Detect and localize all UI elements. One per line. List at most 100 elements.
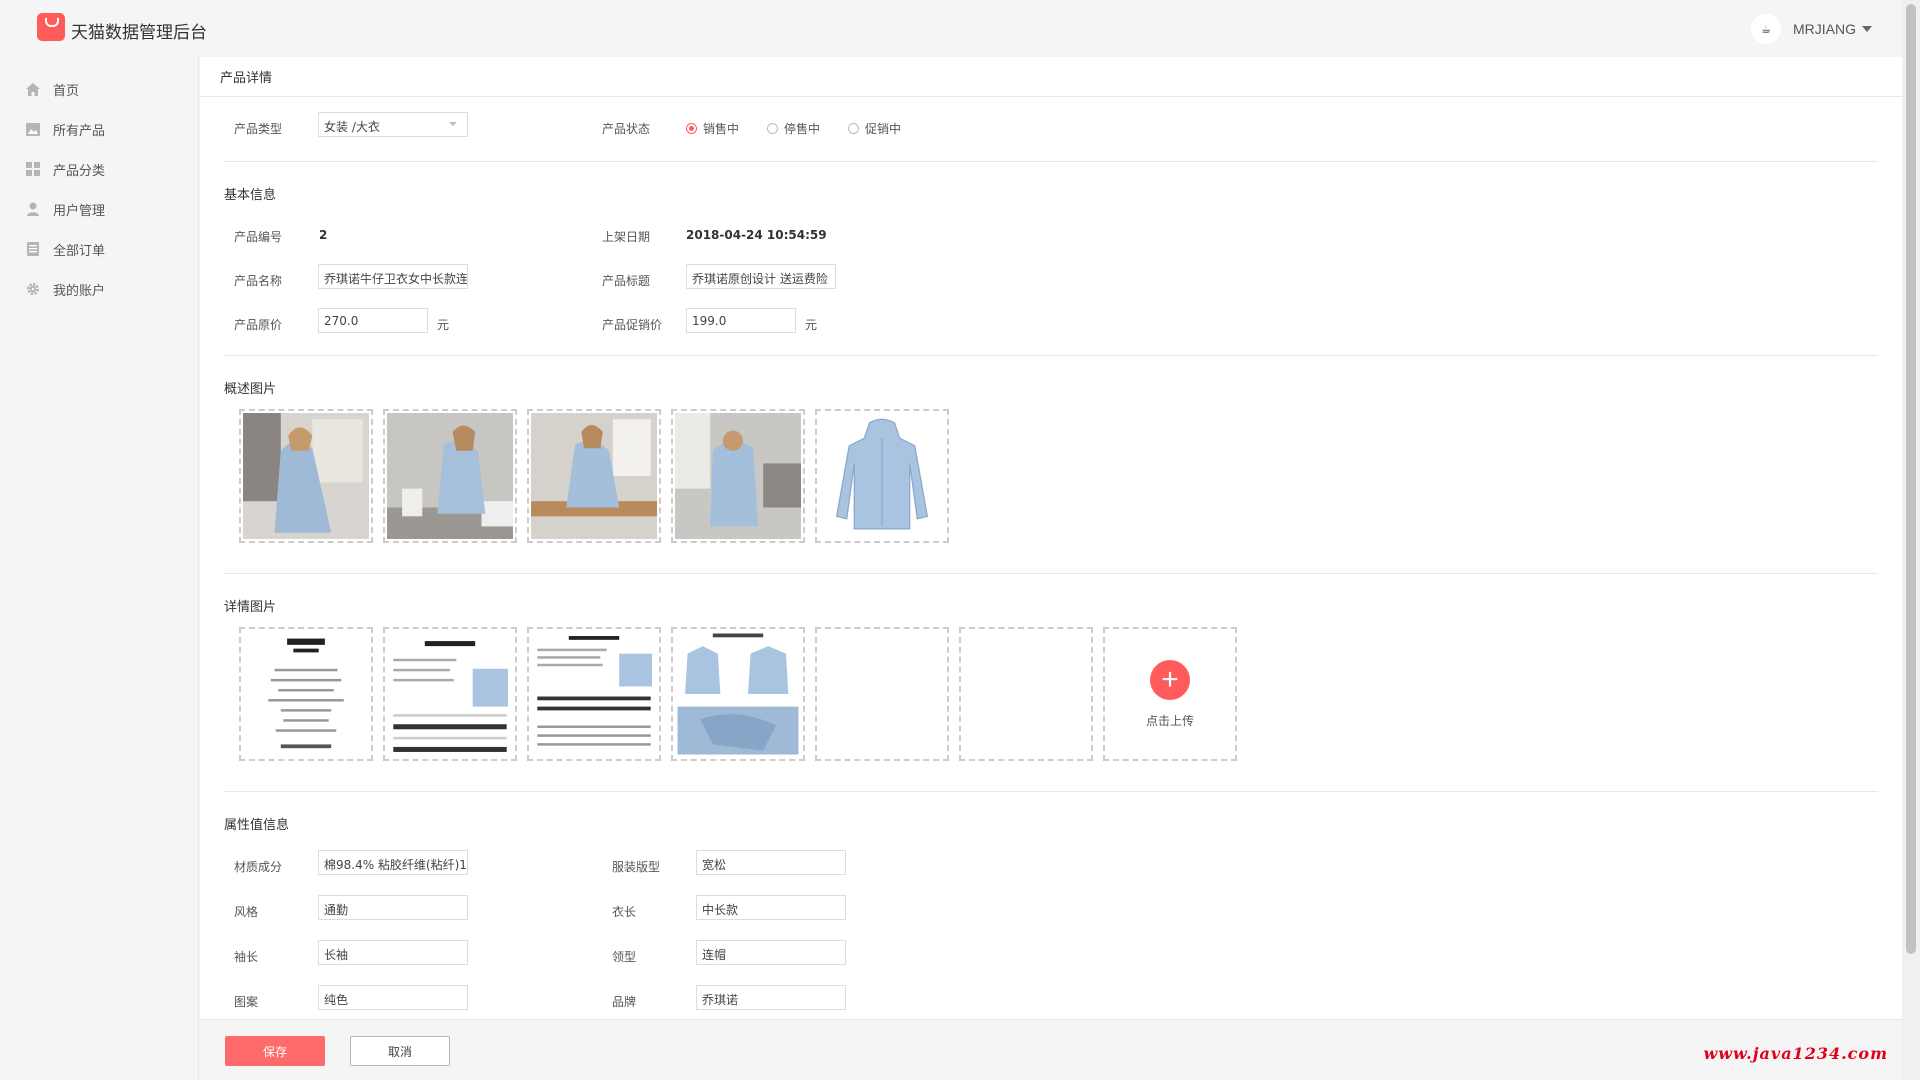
- attribute-label: 袖长: [234, 950, 259, 964]
- app-title: 天猫数据管理后台: [71, 23, 207, 43]
- upload-button[interactable]: + 点击上传: [1103, 627, 1237, 761]
- product-photo: [531, 413, 657, 539]
- attribute-label: 品牌: [612, 995, 637, 1009]
- product-type-select[interactable]: 女装 /大衣: [318, 112, 468, 137]
- image-icon: [25, 121, 41, 137]
- detail-photo: [387, 631, 513, 757]
- attribute-label: 风格: [234, 905, 259, 919]
- radio-dot[interactable]: [767, 123, 779, 134]
- section-title-overview: 概述图片: [224, 382, 277, 397]
- attribute-label: 衣长: [612, 905, 637, 919]
- attribute-label: 材质成分: [234, 860, 283, 874]
- product-name-label: 产品名称: [234, 274, 283, 288]
- sidebar-item-label: 我的账户: [53, 283, 106, 299]
- user-name[interactable]: MRJIANG: [1793, 21, 1856, 37]
- promo-price-label: 产品促销价: [602, 318, 663, 332]
- attribute-input-sleeve[interactable]: 长袖: [318, 940, 468, 965]
- sidebar: 首页 所有产品 产品分类 用户管理 全部订单 我的账户: [0, 57, 199, 1080]
- radio-label: 销售中: [703, 122, 740, 136]
- detail-image[interactable]: [527, 627, 661, 761]
- scrollbar-thumb[interactable]: [1906, 4, 1916, 954]
- attribute-label: 服装版型: [612, 860, 661, 874]
- section-title-attributes: 属性值信息: [224, 818, 290, 833]
- plus-icon[interactable]: +: [1150, 659, 1190, 700]
- original-price-unit: 元: [437, 318, 450, 332]
- radio-on-sale[interactable]: 销售中: [686, 120, 739, 137]
- product-type-label: 产品类型: [234, 122, 283, 136]
- attribute-input-fit[interactable]: 宽松: [696, 850, 846, 875]
- action-footer: 保存 取消 www.java1234.com: [200, 1019, 1902, 1080]
- section-title-basic: 基本信息: [224, 188, 277, 203]
- detail-image[interactable]: [671, 627, 805, 761]
- top-header: 天猫数据管理后台 ☕ MRJIANG: [0, 0, 1902, 57]
- overview-image[interactable]: [527, 409, 661, 543]
- cancel-button[interactable]: 取消: [350, 1036, 450, 1066]
- main-panel: 产品详情 产品类型 女装 /大衣 产品状态 销售中 停售中 促销中 基本信息 产…: [200, 57, 1902, 1019]
- section-title-detail: 详情图片: [224, 600, 277, 615]
- attribute-input-brand[interactable]: 乔琪诺: [696, 985, 846, 1010]
- promo-price-input[interactable]: 199.0: [686, 308, 796, 333]
- listing-date-label: 上架日期: [602, 230, 651, 244]
- radio-label: 促销中: [865, 122, 902, 136]
- overview-image-list: [224, 409, 1878, 573]
- overview-image[interactable]: [239, 409, 373, 543]
- user-icon: [25, 201, 41, 217]
- overview-image[interactable]: [383, 409, 517, 543]
- gear-icon: [25, 281, 41, 297]
- product-name-input[interactable]: 乔琪诺牛仔卫衣女中长款连: [318, 264, 468, 289]
- sidebar-item-label: 产品分类: [53, 163, 106, 179]
- vertical-scrollbar[interactable]: [1902, 0, 1920, 1080]
- product-type-value: 女装 /大衣: [324, 120, 380, 134]
- sidebar-item-account[interactable]: 我的账户: [0, 269, 198, 309]
- sidebar-item-users[interactable]: 用户管理: [0, 189, 198, 229]
- radio-dot[interactable]: [848, 123, 860, 134]
- product-photo: [243, 413, 369, 539]
- attribute-label: 领型: [612, 950, 637, 964]
- detail-image[interactable]: [239, 627, 373, 761]
- original-price-input[interactable]: 270.0: [318, 308, 428, 333]
- upload-label: 点击上传: [1145, 713, 1194, 728]
- user-menu[interactable]: ☕ MRJIANG: [1751, 14, 1872, 44]
- chevron-down-icon: [449, 122, 457, 126]
- overview-image[interactable]: [671, 409, 805, 543]
- avatar[interactable]: ☕: [1751, 14, 1781, 44]
- attribute-label: 图案: [234, 995, 259, 1009]
- attribute-input-length[interactable]: 中长款: [696, 895, 846, 920]
- sidebar-item-label: 用户管理: [53, 203, 106, 219]
- sidebar-item-orders[interactable]: 全部订单: [0, 229, 198, 269]
- home-icon: [25, 81, 41, 97]
- detail-photo: [675, 631, 801, 757]
- grid-icon: [25, 161, 41, 177]
- sidebar-item-all-products[interactable]: 所有产品: [0, 109, 198, 149]
- original-price-label: 产品原价: [234, 318, 283, 332]
- radio-promotion[interactable]: 促销中: [848, 120, 901, 137]
- detail-image[interactable]: [383, 627, 517, 761]
- listing-date-value: 2018-04-24 10:54:59: [686, 228, 827, 242]
- attribute-input-style[interactable]: 通勤: [318, 895, 468, 920]
- attribute-input-pattern[interactable]: 纯色: [318, 985, 468, 1010]
- sidebar-item-home[interactable]: 首页: [0, 69, 198, 109]
- product-id-label: 产品编号: [234, 230, 283, 244]
- product-status-label: 产品状态: [602, 122, 651, 136]
- product-photo: [387, 413, 513, 539]
- sidebar-item-categories[interactable]: 产品分类: [0, 149, 198, 189]
- watermark: www.java1234.com: [1703, 1044, 1888, 1063]
- radio-dot[interactable]: [686, 123, 697, 134]
- overview-image[interactable]: [815, 409, 949, 543]
- save-button[interactable]: 保存: [225, 1036, 325, 1066]
- radio-off-sale[interactable]: 停售中: [767, 120, 820, 137]
- detail-photo: [531, 631, 657, 757]
- sidebar-item-label: 全部订单: [53, 243, 106, 259]
- caret-down-icon[interactable]: [1862, 26, 1872, 32]
- product-title-input[interactable]: 乔琪诺原创设计 送运费险: [686, 264, 836, 289]
- product-id-value: 2: [319, 228, 328, 242]
- sidebar-item-label: 首页: [53, 83, 80, 99]
- page-title: 产品详情: [200, 57, 1902, 97]
- attribute-input-material[interactable]: 棉98.4% 粘胶纤维(粘纤)1.: [318, 850, 468, 875]
- detail-image-empty-slot[interactable]: [815, 627, 949, 761]
- document-icon: [25, 241, 41, 257]
- promo-price-unit: 元: [805, 318, 818, 332]
- detail-image-list: + 点击上传: [224, 627, 1878, 791]
- attribute-input-collar[interactable]: 连帽: [696, 940, 846, 965]
- detail-image-empty-slot[interactable]: [959, 627, 1093, 761]
